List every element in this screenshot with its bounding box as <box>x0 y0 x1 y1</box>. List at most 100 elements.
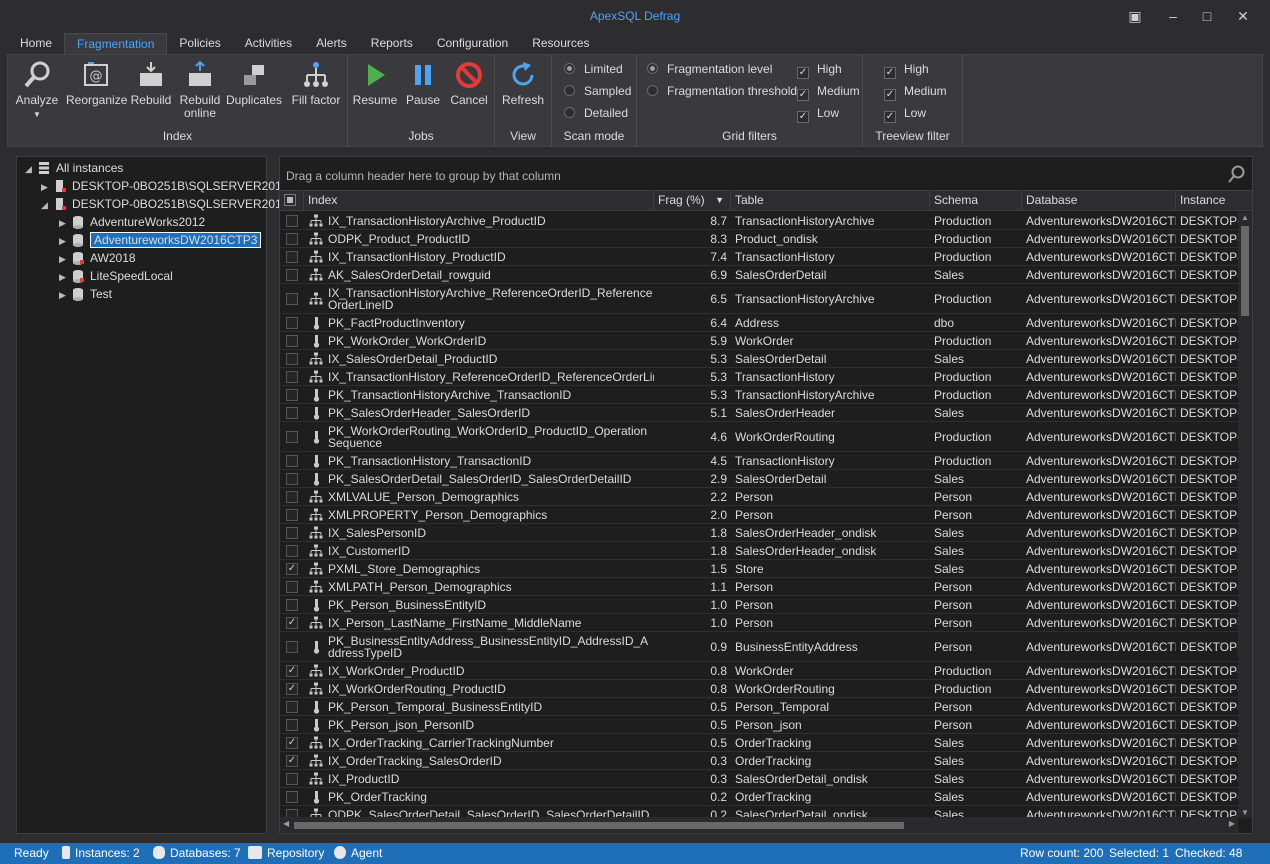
row-checkbox[interactable]: ✓ <box>286 737 298 749</box>
cancel-button[interactable]: Cancel <box>448 59 490 107</box>
rebuild-online-button[interactable]: Rebuild online <box>178 59 222 120</box>
scroll-right-icon[interactable]: ▶ <box>1229 819 1235 828</box>
status-repository[interactable]: Repository <box>248 846 324 860</box>
row-checkbox[interactable] <box>286 431 298 443</box>
select-all-checkbox[interactable] <box>284 194 296 206</box>
duplicates-button[interactable]: Duplicates <box>226 59 282 107</box>
tree-node-database-selected[interactable]: ▶ AdventureworksDW2016CTP3 <box>59 231 262 250</box>
row-checkbox[interactable]: ✓ <box>286 563 298 575</box>
pause-button[interactable]: Pause <box>402 59 444 107</box>
minimize-button[interactable]: – <box>1162 6 1184 26</box>
table-row[interactable]: IX_TransactionHistory_ReferenceOrderID_R… <box>280 368 1238 386</box>
table-row[interactable]: PK_Person_Temporal_BusinessEntityID 0.5 Pe… <box>280 698 1238 716</box>
expand-arrow-icon[interactable]: ▶ <box>59 214 71 232</box>
restore-layout-icon[interactable]: ▣ <box>1124 6 1146 26</box>
horizontal-scrollbar[interactable]: ◀ ▶ <box>280 817 1238 833</box>
table-row[interactable]: AK_SalesOrderDetail_rowguid 6.9 SalesOrder… <box>280 266 1238 284</box>
grid-filter-medium-checkbox[interactable]: ✓ Medium <box>797 82 860 101</box>
row-checkbox[interactable] <box>286 719 298 731</box>
table-row[interactable]: ✓ PXML_Store_Demographics 1.5 Store Sales Adv… <box>280 560 1238 578</box>
table-row[interactable]: ✓ IX_WorkOrderRouting_ProductID 0.8 WorkOrd… <box>280 680 1238 698</box>
row-checkbox[interactable]: ✓ <box>286 755 298 767</box>
analyze-button[interactable]: Analyze ▼ <box>12 59 62 121</box>
status-agent[interactable]: Agent <box>334 846 382 860</box>
row-checkbox[interactable] <box>286 269 298 281</box>
scroll-up-icon[interactable]: ▲ <box>1241 213 1249 222</box>
status-databases[interactable]: Databases: 7 <box>153 846 241 860</box>
row-checkbox[interactable] <box>286 389 298 401</box>
table-row[interactable]: PK_WorkOrder_WorkOrderID 5.9 WorkOrder Prod… <box>280 332 1238 350</box>
tree-node-database[interactable]: ▶ LiteSpeedLocal <box>59 267 173 285</box>
table-row[interactable]: PK_Person_BusinessEntityID 1.0 Person Perso… <box>280 596 1238 614</box>
table-row[interactable]: PK_SalesOrderDetail_SalesOrderID_SalesOr… <box>280 470 1238 488</box>
table-row[interactable]: PK_FactProductInventory 6.4 Address dbo Adve… <box>280 314 1238 332</box>
refresh-button[interactable]: Refresh <box>500 59 546 107</box>
reorganize-button[interactable]: @ Reorganize <box>66 59 127 107</box>
horizontal-scroll-thumb[interactable] <box>294 822 904 829</box>
rebuild-button[interactable]: Rebuild <box>130 59 172 107</box>
column-header-table[interactable]: Table <box>731 191 930 211</box>
status-instances[interactable]: Instances: 2 <box>62 846 140 860</box>
vertical-scrollbar[interactable]: ▲ ▼ <box>1238 212 1252 818</box>
grid-filter-low-checkbox[interactable]: ✓ Low <box>797 104 839 123</box>
table-row[interactable]: IX_SalesPersonID 1.8 SalesOrderHeader_ondi… <box>280 524 1238 542</box>
row-checkbox[interactable] <box>286 293 298 305</box>
column-header-frag[interactable]: Frag (%) ▼ <box>654 191 731 211</box>
tree-node-database[interactable]: ▶ AdventureWorks2012 <box>59 213 205 231</box>
row-checkbox[interactable] <box>286 491 298 503</box>
row-checkbox[interactable] <box>286 317 298 329</box>
column-header-index[interactable]: Index <box>304 191 654 211</box>
row-checkbox[interactable] <box>286 527 298 539</box>
table-row[interactable]: PK_OrderTracking 0.2 OrderTracking Sales Adv… <box>280 788 1238 806</box>
grid-filter-high-checkbox[interactable]: ✓ High <box>797 60 842 79</box>
tree-filter-low-checkbox[interactable]: ✓ Low <box>884 104 926 123</box>
row-checkbox[interactable] <box>286 773 298 785</box>
table-row[interactable]: XMLPROPERTY_Person_Demographics 2.0 Person… <box>280 506 1238 524</box>
row-checkbox[interactable] <box>286 371 298 383</box>
table-row[interactable]: IX_SalesOrderDetail_ProductID 5.3 SalesOrd… <box>280 350 1238 368</box>
tree-node-server-2017[interactable]: ▶ DESKTOP-0BO251B\SQLSERVER2017 <box>41 177 288 195</box>
scroll-left-icon[interactable]: ◀ <box>283 819 289 828</box>
row-checkbox[interactable]: ✓ <box>286 683 298 695</box>
table-row[interactable]: IX_TransactionHistoryArchive_ReferenceOr… <box>280 284 1238 314</box>
scroll-down-icon[interactable]: ▼ <box>1241 808 1249 817</box>
table-row[interactable]: ODPK_Product_ProductID 8.3 Product_ondisk P… <box>280 230 1238 248</box>
row-checkbox[interactable] <box>286 545 298 557</box>
row-checkbox[interactable] <box>286 581 298 593</box>
tab-alerts[interactable]: Alerts <box>304 33 359 54</box>
collapse-arrow-icon[interactable]: ◢ <box>25 160 37 178</box>
tab-home[interactable]: Home <box>8 33 64 54</box>
tree-filter-high-checkbox[interactable]: ✓ High <box>884 60 929 79</box>
row-checkbox[interactable] <box>286 335 298 347</box>
table-row[interactable]: PK_TransactionHistory_TransactionID 4.5 Tr… <box>280 452 1238 470</box>
expand-arrow-icon[interactable]: ▶ <box>41 178 53 196</box>
column-header-instance[interactable]: Instance <box>1176 191 1252 211</box>
row-checkbox[interactable]: ✓ <box>286 665 298 677</box>
table-row[interactable]: PK_SalesOrderHeader_SalesOrderID 5.1 Sales… <box>280 404 1238 422</box>
maximize-button[interactable]: □ <box>1196 6 1218 26</box>
table-row[interactable]: ✓ IX_OrderTracking_CarrierTrackingNumber 0… <box>280 734 1238 752</box>
resume-button[interactable]: Resume <box>352 59 398 107</box>
expand-arrow-icon[interactable]: ▶ <box>59 250 71 268</box>
tab-activities[interactable]: Activities <box>233 33 304 54</box>
row-checkbox[interactable] <box>286 791 298 803</box>
table-row[interactable]: PK_WorkOrderRouting_WorkOrderID_ProductI… <box>280 422 1238 452</box>
table-row[interactable]: PK_Person_json_PersonID 0.5 Person_json Per… <box>280 716 1238 734</box>
row-checkbox[interactable] <box>286 599 298 611</box>
table-row[interactable]: PK_TransactionHistoryArchive_Transaction… <box>280 386 1238 404</box>
tree-filter-medium-checkbox[interactable]: ✓ Medium <box>884 82 947 101</box>
table-row[interactable]: ✓ IX_OrderTracking_SalesOrderID 0.3 OrderTr… <box>280 752 1238 770</box>
row-checkbox[interactable] <box>286 251 298 263</box>
tab-reports[interactable]: Reports <box>359 33 425 54</box>
row-checkbox[interactable] <box>286 353 298 365</box>
fill-factor-button[interactable]: Fill factor <box>288 59 344 107</box>
row-checkbox[interactable] <box>286 407 298 419</box>
row-checkbox[interactable] <box>286 701 298 713</box>
scan-sampled-radio[interactable]: Sampled <box>564 82 631 100</box>
row-checkbox[interactable] <box>286 641 298 653</box>
fragmentation-level-radio[interactable]: Fragmentation level <box>647 60 772 78</box>
expand-arrow-icon[interactable]: ▶ <box>59 232 71 250</box>
scan-limited-radio[interactable]: Limited <box>564 60 623 78</box>
table-row[interactable]: IX_TransactionHistoryArchive_ProductID 8.… <box>280 212 1238 230</box>
table-row[interactable]: IX_CustomerID 1.8 SalesOrderHeader_ondisk S… <box>280 542 1238 560</box>
